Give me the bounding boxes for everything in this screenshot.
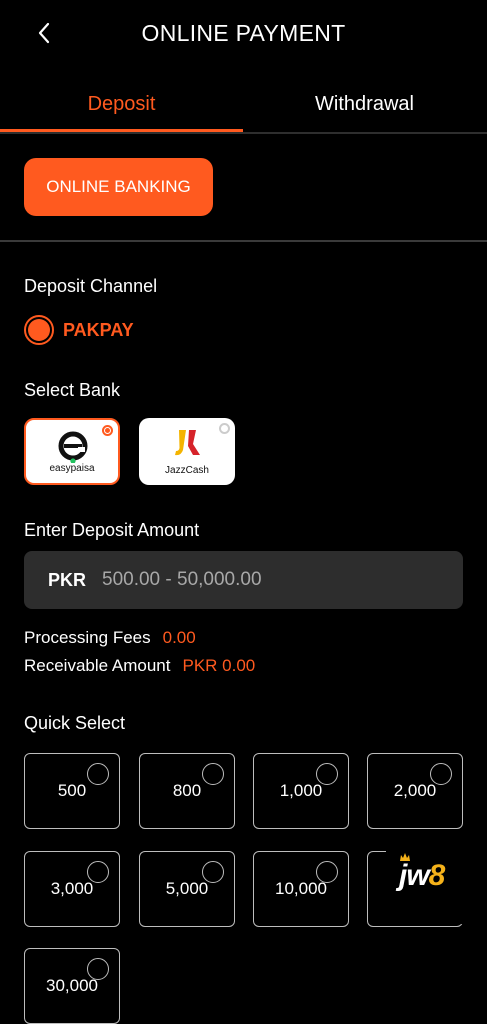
online-payment-page: ONLINE PAYMENT Deposit Withdrawal ONLINE… [0,0,487,1024]
bank-name: easypaisa [49,463,95,474]
quick-select-option[interactable]: 800 [139,753,235,829]
quick-select-option[interactable]: 10,000 [253,851,349,927]
quick-select-value: 800 [172,781,202,800]
radio-unselected-icon [316,763,338,785]
radio-unselected-icon [202,861,224,883]
quick-select-value: 30,000 [46,976,98,995]
online-banking-button[interactable]: ONLINE BANKING [24,158,213,216]
tab-deposit[interactable]: Deposit [0,78,243,132]
radio-unselected-icon [202,763,224,785]
radio-unselected-icon [316,861,338,883]
quick-select-option[interactable]: 30,000 [24,948,120,1024]
processing-fees-label: Processing Fees [24,628,151,647]
page-title: ONLINE PAYMENT [141,20,346,46]
bank-name: JazzCash [165,465,209,476]
deposit-channel-label: Deposit Channel [24,276,158,296]
radio-unselected-icon [87,958,109,980]
tab-withdrawal[interactable]: Withdrawal [243,78,486,132]
processing-fees-row: Processing Fees 0.00 [24,628,196,648]
channel-option-label: PAKPAY [63,319,134,340]
deposit-amount-label: Enter Deposit Amount [24,520,200,540]
deposit-amount-input[interactable] [102,569,423,591]
bank-option-easypaisa[interactable]: easypaisa [24,418,120,485]
quick-select-option[interactable]: 3,000 [24,851,120,927]
quick-select-option[interactable]: 5,000 [139,851,235,927]
jw8-logo-text: jw8 [399,859,445,892]
radio-selected-icon [24,315,54,345]
quick-select-option[interactable]: 500 [24,753,120,829]
currency-label: PKR [48,569,87,590]
quick-select-value: 10,000 [275,879,327,898]
quick-select-value: 5,000 [165,879,209,898]
bank-unselected-icon [219,423,230,434]
quick-select-option[interactable]: 2,000 [367,753,463,829]
channel-option-pakpay[interactable]: PAKPAY [24,315,134,345]
receivable-amount-value: PKR 0.00 [182,656,256,675]
jazzcash-logo-icon [175,430,200,456]
header: ONLINE PAYMENT [0,0,487,70]
quick-select-value: 3,000 [50,879,94,898]
radio-unselected-icon [87,763,109,785]
quick-select-label: Quick Select [24,713,126,733]
bank-option-jazzcash[interactable]: JazzCash [139,418,235,485]
deposit-amount-field[interactable]: PKR [24,551,463,609]
quick-select-value: 500 [57,781,87,800]
quick-select-option[interactable]: 1,000 [253,753,349,829]
bank-selected-icon [102,425,113,436]
radio-unselected-icon [87,861,109,883]
radio-unselected-icon [430,763,452,785]
receivable-amount-row: Receivable Amount PKR 0.00 [24,656,255,676]
jw8-watermark-logo: jw8 [386,842,463,924]
receivable-amount-label: Receivable Amount [24,656,171,675]
quick-select-value: 2,000 [393,781,437,800]
processing-fees-value: 0.00 [162,628,196,647]
select-bank-label: Select Bank [24,380,121,400]
easypaisa-logo-icon [58,431,88,463]
quick-select-value: 1,000 [279,781,323,800]
divider [0,240,487,242]
tab-bar: Deposit Withdrawal [0,78,487,134]
